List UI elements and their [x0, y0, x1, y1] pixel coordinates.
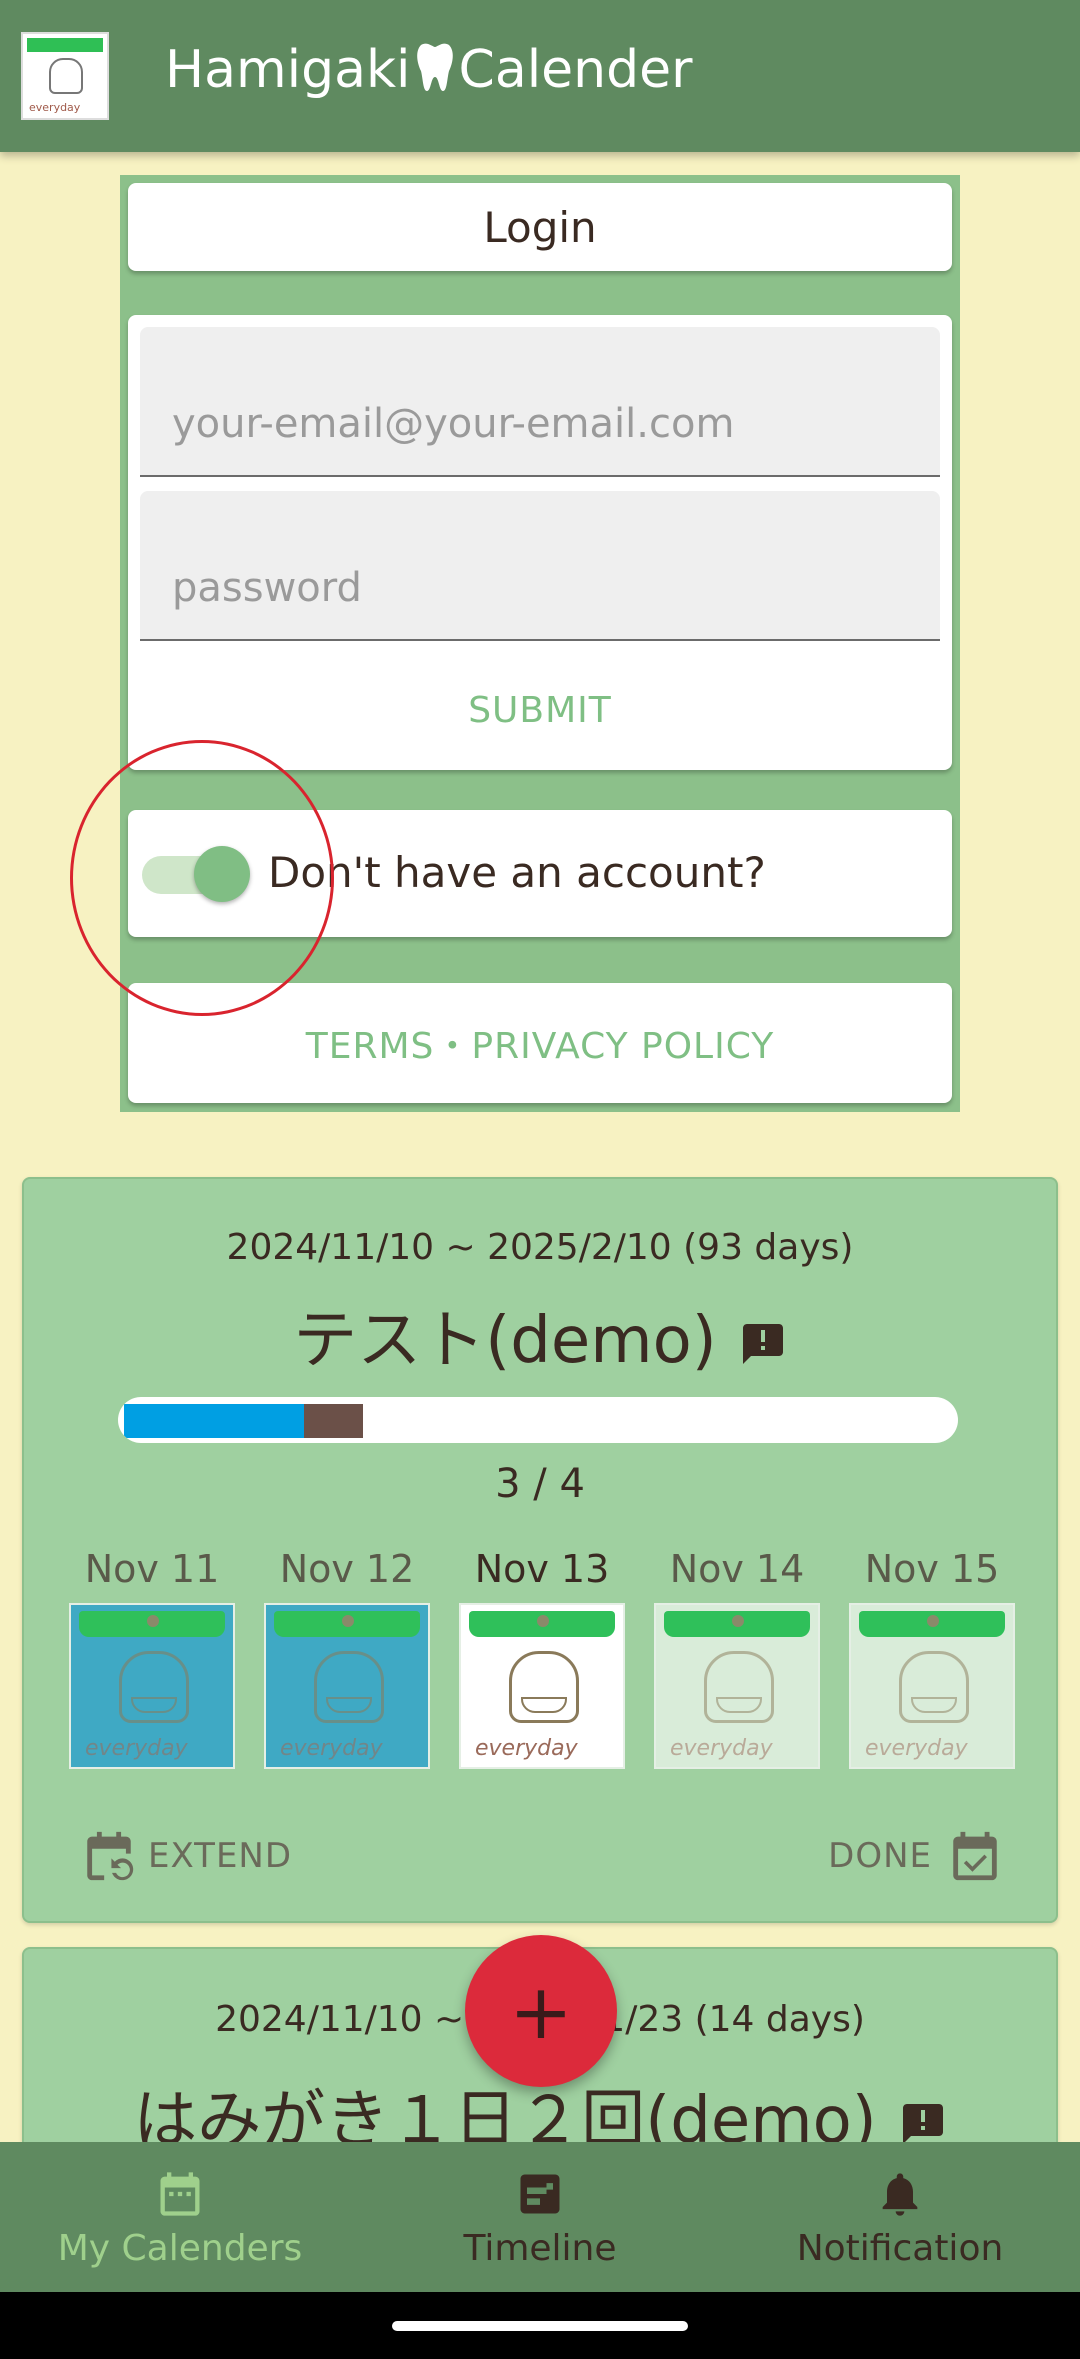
calendar-card[interactable]: 2024/11/10 ~ 2025/2/10 (93 days) テスト(dem… [22, 1177, 1058, 1923]
highlight-circle [70, 740, 334, 1016]
calendar-date-range: 2024/11/10 ~ 2025/2/10 (93 days) [226, 1227, 854, 1268]
progress-today [304, 1404, 363, 1438]
day-label: Nov 15 [864, 1547, 1000, 1591]
progress-count: 3 / 4 [495, 1461, 585, 1507]
submit-button[interactable]: SUBMIT [128, 665, 952, 755]
app-title: Hamigaki Calender [165, 40, 693, 100]
add-calendar-button[interactable]: + [465, 1935, 617, 2087]
home-indicator[interactable] [392, 2321, 688, 2331]
day-label: Nov 12 [279, 1547, 415, 1591]
calendar-refresh-icon [87, 1831, 134, 1881]
progress-bar [118, 1397, 958, 1443]
day-label: Nov 11 [84, 1547, 220, 1591]
email-placeholder: your-email@your-email.com [172, 401, 735, 447]
day-item-today[interactable]: Nov 13 everyday [459, 1547, 625, 1769]
password-placeholder: password [172, 565, 362, 611]
day-label: Nov 13 [474, 1547, 610, 1591]
login-form: your-email@your-email.com password SUBMI… [128, 315, 952, 770]
calendar-icon [160, 2171, 200, 2216]
day-item[interactable]: Nov 11 everyday [69, 1547, 235, 1769]
nav-my-calenders[interactable]: My Calenders [0, 2142, 360, 2292]
day-image[interactable]: everyday [264, 1603, 430, 1769]
day-image[interactable]: everyday [459, 1603, 625, 1769]
calendar-title: テスト(demo) [24, 1289, 1056, 1381]
signup-toggle-label: Don't have an account? [268, 848, 766, 897]
day-image[interactable]: everyday [69, 1603, 235, 1769]
day-strip: Nov 11 everyday Nov 12 everyday Nov 13 e… [69, 1547, 1029, 1769]
app-bar: everyday Hamigaki Calender [0, 0, 1080, 152]
bottom-navigation: My Calenders Timeline Notification [0, 2142, 1080, 2292]
done-button[interactable]: DONE [828, 1827, 1004, 1885]
nav-notification[interactable]: Notification [720, 2142, 1080, 2292]
extend-button[interactable]: EXTEND [80, 1827, 292, 1885]
tooth-icon [416, 43, 453, 91]
app-logo: everyday [21, 32, 109, 120]
email-field[interactable]: your-email@your-email.com [140, 327, 940, 477]
comment-alert-icon[interactable] [739, 1320, 787, 1368]
progress-done [124, 1404, 304, 1438]
login-title: Login [128, 183, 952, 271]
day-item[interactable]: Nov 14 everyday [654, 1547, 820, 1769]
calendar-check-icon [953, 1831, 997, 1881]
password-field[interactable]: password [140, 491, 940, 641]
timeline-icon [520, 2174, 560, 2213]
day-image[interactable]: everyday [849, 1603, 1015, 1769]
day-label: Nov 14 [669, 1547, 805, 1591]
bell-icon [882, 2172, 918, 2216]
day-image[interactable]: everyday [654, 1603, 820, 1769]
day-item[interactable]: Nov 12 everyday [264, 1547, 430, 1769]
day-item[interactable]: Nov 15 everyday [849, 1547, 1015, 1769]
nav-timeline[interactable]: Timeline [360, 2142, 720, 2292]
